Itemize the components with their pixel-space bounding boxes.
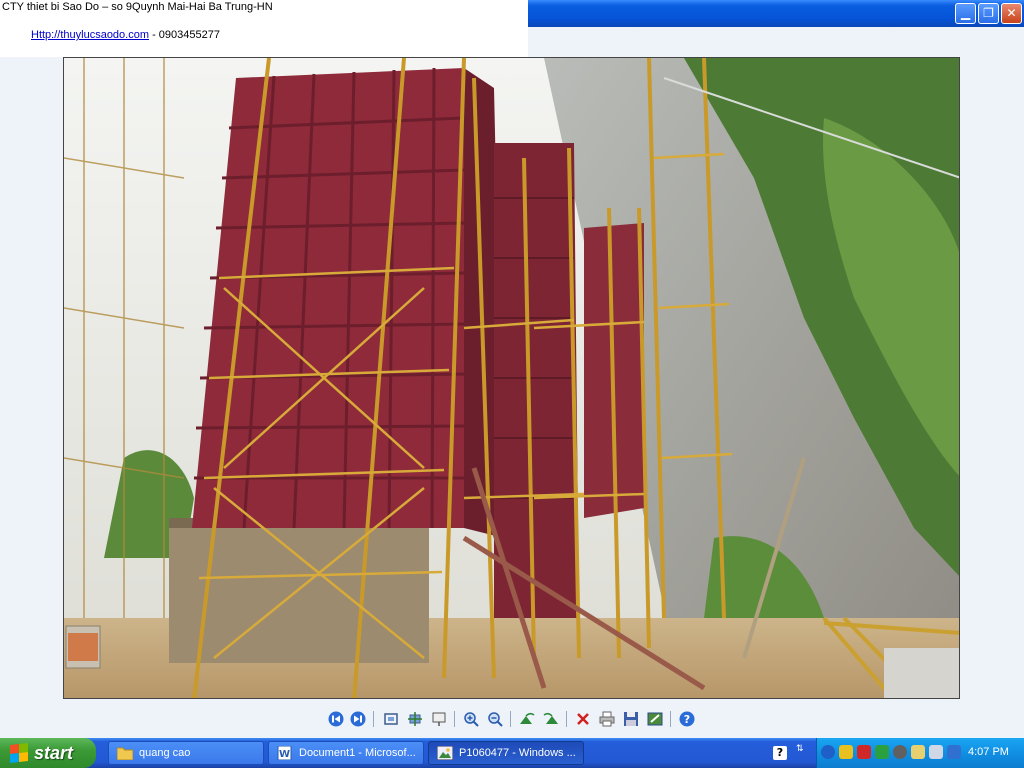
windows-logo-icon <box>10 743 28 763</box>
contact-line: Http://thuylucsaodo.com - 0903455277 <box>31 29 220 41</box>
start-label: start <box>34 742 74 763</box>
best-fit-button[interactable] <box>381 709 401 729</box>
system-tray: 4:07 PM <box>816 738 1024 768</box>
next-button[interactable] <box>348 709 368 729</box>
rotate-counterclockwise-icon <box>543 712 558 724</box>
actual-size-icon <box>408 712 422 726</box>
task-label: P1060477 - Windows ... <box>459 747 576 759</box>
start-button[interactable]: start <box>0 738 96 768</box>
network-check-icon[interactable] <box>875 745 889 759</box>
edit-icon <box>647 712 663 726</box>
taskbar-item-document1[interactable]: W Document1 - Microsof... <box>268 741 424 765</box>
previous-icon <box>328 711 344 727</box>
save-button[interactable] <box>621 709 641 729</box>
tray-chevron-icon[interactable] <box>821 745 835 759</box>
company-caption: CTY thiet bi Sao Do – so 9Quynh Mai-Hai … <box>2 1 273 13</box>
slideshow-icon <box>432 712 446 726</box>
zoom-in-icon <box>464 712 479 727</box>
construction-site-photo <box>64 58 959 698</box>
actual-size-button[interactable] <box>405 709 425 729</box>
volume-icon[interactable] <box>893 745 907 759</box>
minimize-button[interactable]: ▁ <box>955 3 976 24</box>
image-viewer-icon <box>437 746 453 760</box>
viewer-toolbar: ? <box>0 705 1024 733</box>
help-icon: ? <box>679 711 695 727</box>
caption-overlay: CTY thiet bi Sao Do – so 9Quynh Mai-Hai … <box>0 0 528 57</box>
task-label: Document1 - Microsof... <box>299 747 416 759</box>
folder-icon <box>117 747 133 760</box>
save-icon <box>624 712 638 726</box>
zoom-in-button[interactable] <box>461 709 481 729</box>
next-icon <box>350 711 366 727</box>
quick-launch-arrows-icon[interactable]: ⇅ <box>796 745 808 761</box>
task-label: quang cao <box>139 747 191 759</box>
phone-number: - 0903455277 <box>149 29 220 41</box>
monitor-icon[interactable] <box>947 745 961 759</box>
display-icon[interactable] <box>929 745 943 759</box>
edit-button[interactable] <box>645 709 665 729</box>
website-link[interactable]: Http://thuylucsaodo.com <box>31 29 149 41</box>
delete-icon <box>577 713 589 725</box>
svg-text:?: ? <box>684 713 690 726</box>
taskbar: start quang cao W Document1 - Microsof..… <box>0 738 1024 768</box>
previous-button[interactable] <box>326 709 346 729</box>
slideshow-button[interactable] <box>429 709 449 729</box>
displayed-photo <box>63 57 960 699</box>
minimize-icon: ▁ <box>960 6 971 20</box>
restore-icon: ❐ <box>983 6 994 20</box>
notification-icon[interactable] <box>911 745 925 759</box>
rotate-counterclockwise-button[interactable] <box>541 709 561 729</box>
zoom-out-icon <box>488 712 503 727</box>
close-icon: ✕ <box>1006 6 1017 20</box>
print-button[interactable] <box>597 709 617 729</box>
taskbar-item-image-viewer[interactable]: P1060477 - Windows ... <box>428 741 584 765</box>
close-button[interactable]: ✕ <box>1001 3 1022 24</box>
best-fit-icon <box>384 713 398 725</box>
rotate-clockwise-icon <box>520 712 535 724</box>
delete-button[interactable] <box>573 709 593 729</box>
language-help-icon[interactable]: ? <box>773 746 787 760</box>
taskbar-item-quang-cao[interactable]: quang cao <box>108 741 264 765</box>
zoom-out-button[interactable] <box>485 709 505 729</box>
rotate-clockwise-button[interactable] <box>517 709 537 729</box>
security-shield-icon[interactable] <box>839 745 853 759</box>
restore-button[interactable]: ❐ <box>978 3 999 24</box>
antivirus-icon[interactable] <box>857 745 871 759</box>
window-titlebar[interactable]: ▁ ❐ ✕ <box>528 0 1024 27</box>
help-button[interactable]: ? <box>677 709 697 729</box>
svg-text:W: W <box>279 749 290 760</box>
print-icon <box>599 711 615 727</box>
word-icon: W <box>277 746 292 760</box>
clock[interactable]: 4:07 PM <box>968 746 1009 758</box>
